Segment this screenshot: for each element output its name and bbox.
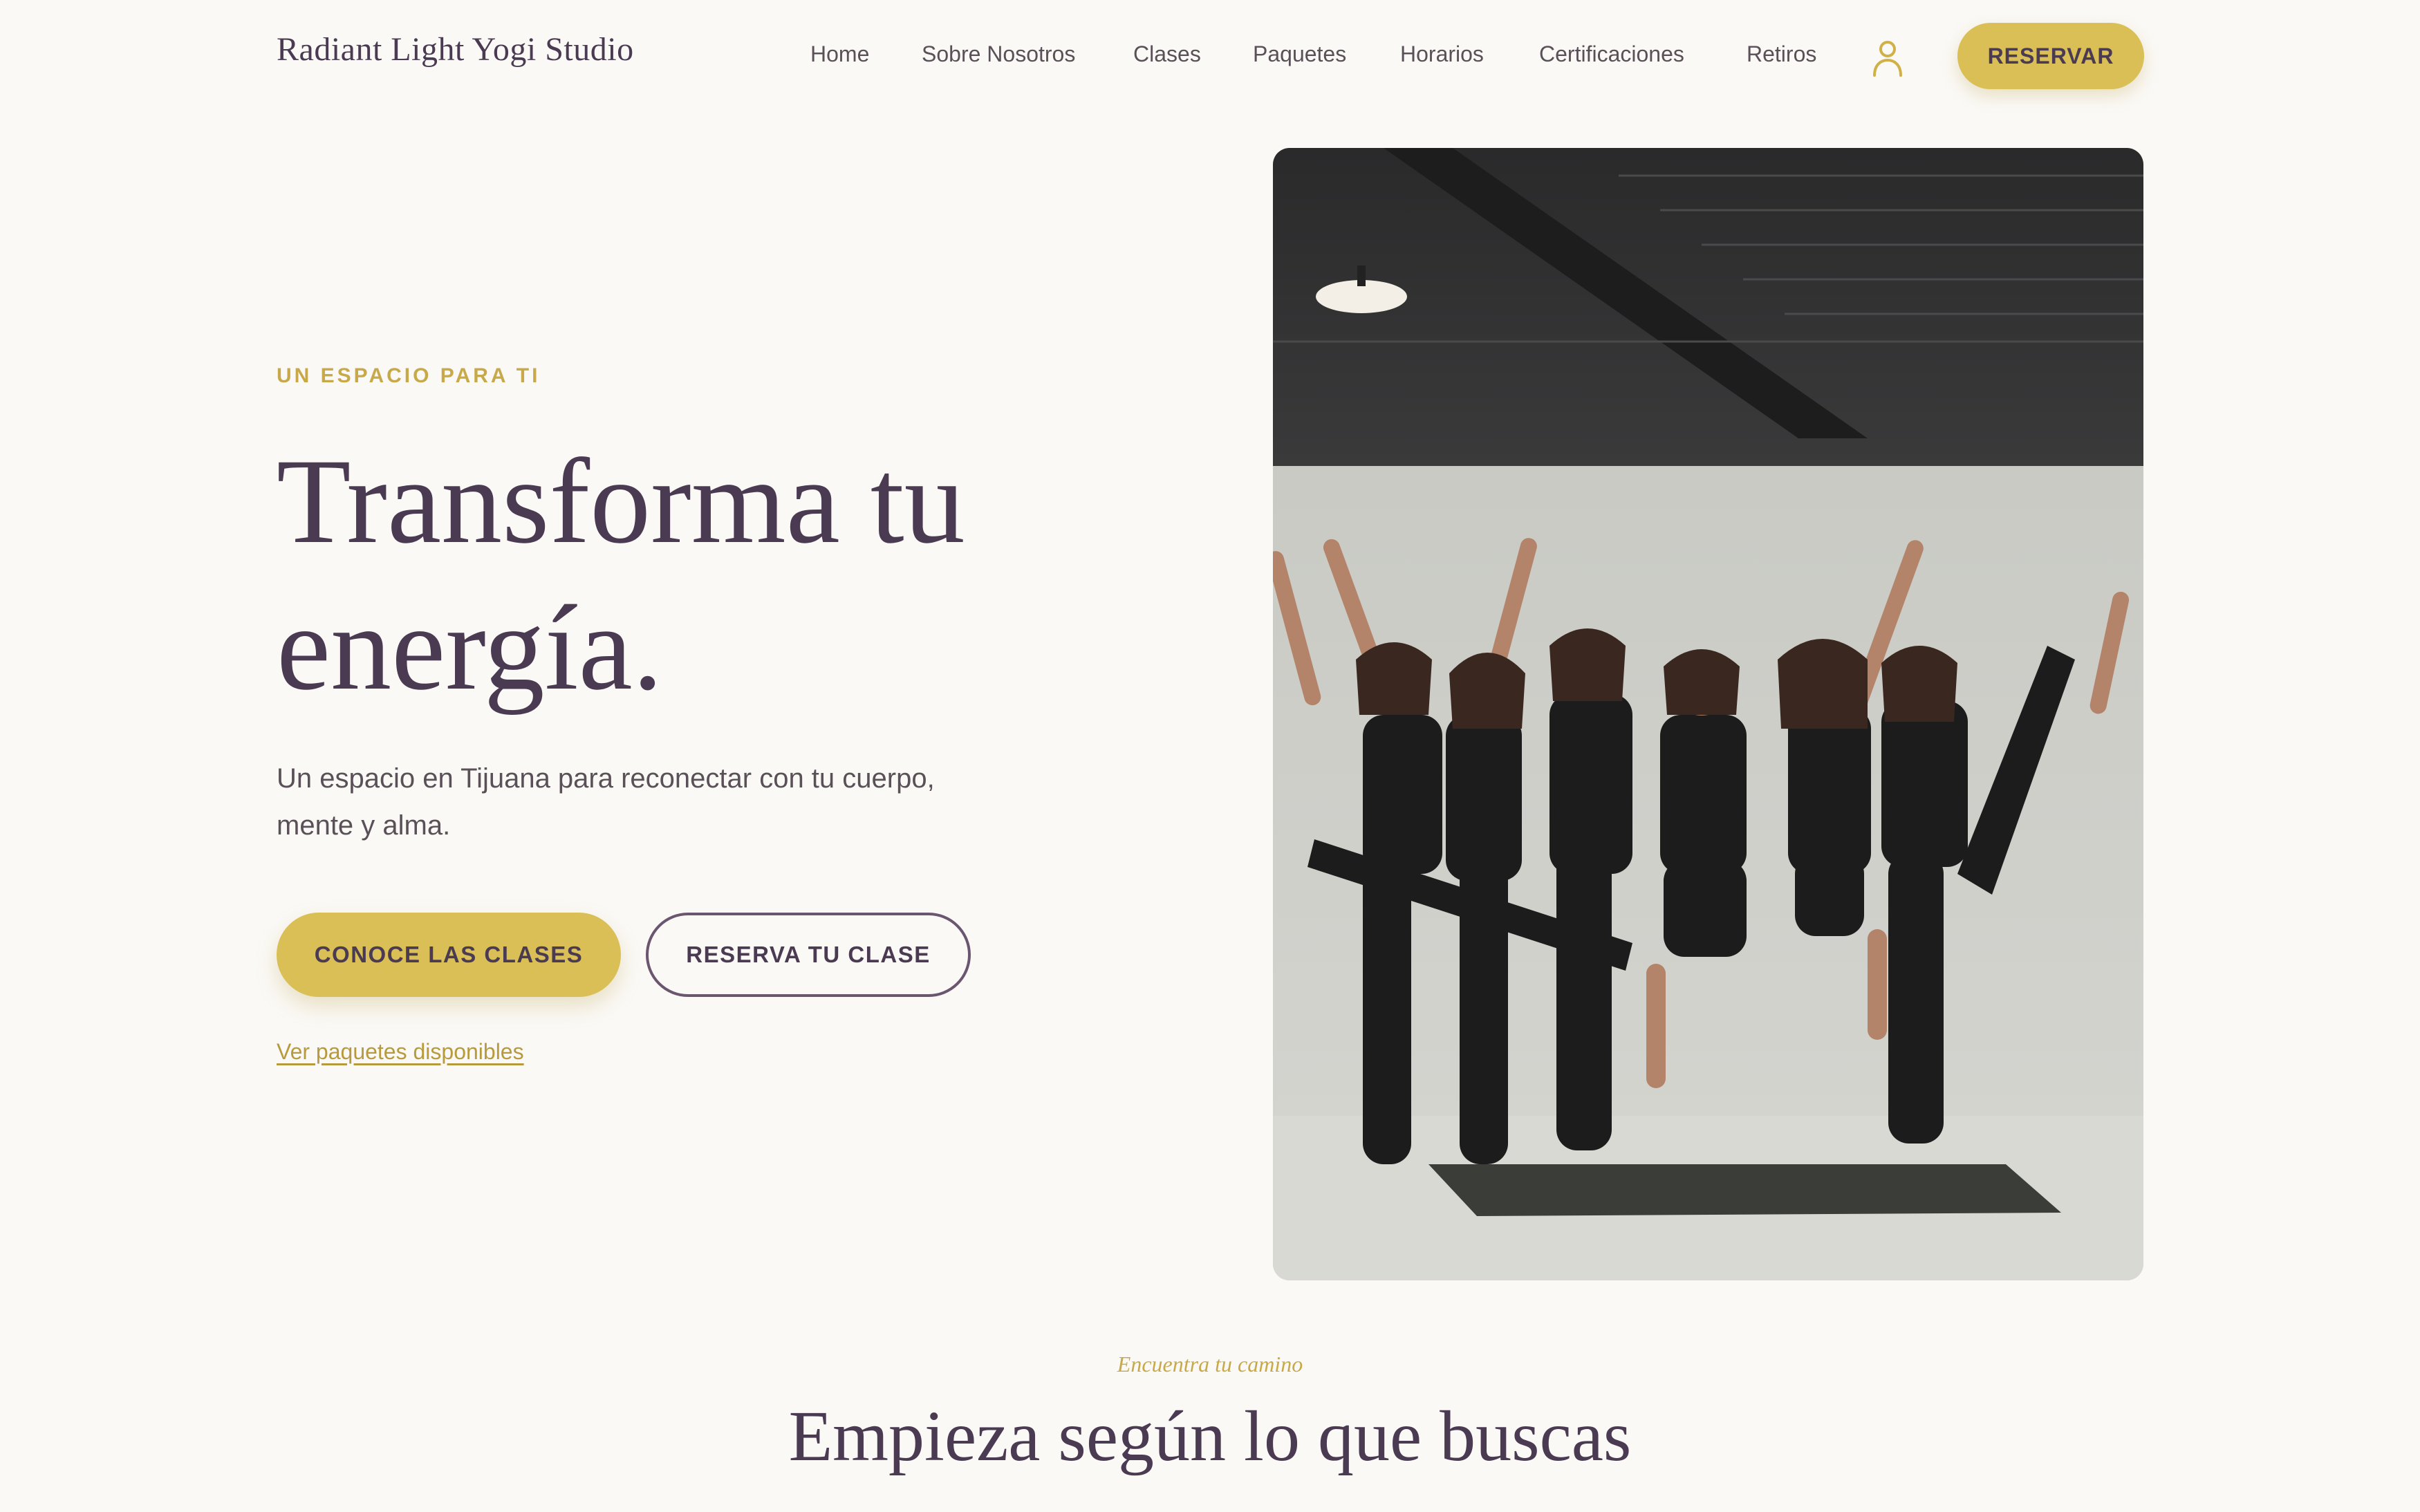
ver-paquetes-link[interactable]: Ver paquetes disponibles: [277, 1039, 524, 1065]
section-title: Empieza según lo que buscas: [788, 1397, 1632, 1476]
hero-eyebrow: UN ESPACIO PARA TI: [277, 364, 541, 387]
reservar-button[interactable]: RESERVAR: [1957, 23, 2144, 89]
nav-certificaciones[interactable]: Certificaciones: [1539, 41, 1684, 67]
hero-subtitle: Un espacio en Tijuana para reconectar co…: [277, 763, 935, 841]
user-icon[interactable]: [1871, 39, 1904, 77]
nav-retiros[interactable]: Retiros: [1747, 41, 1816, 67]
group-yoga-photo: [1273, 148, 2143, 1280]
hero-title-line2: energía.: [277, 581, 663, 716]
hero-title-line1: Transforma tu: [277, 434, 965, 569]
nav-sobre-nosotros[interactable]: Sobre Nosotros: [922, 41, 1075, 67]
hero-title: Transforma tu energía.: [277, 429, 1106, 722]
photo-illustration: [1273, 148, 2143, 1280]
conoce-clases-button[interactable]: CONOCE LAS CLASES: [277, 913, 621, 997]
reserva-clase-button[interactable]: RESERVA TU CLASE: [646, 913, 971, 997]
section-kicker: Encuentra tu camino: [1117, 1352, 1303, 1376]
nav-clases[interactable]: Clases: [1133, 41, 1201, 67]
nav-home[interactable]: Home: [810, 41, 869, 67]
site-header: Radiant Light Yogi Studio Home Sobre Nos…: [0, 0, 2420, 118]
brand-logo[interactable]: Radiant Light Yogi Studio: [277, 30, 634, 68]
nav-paquetes[interactable]: Paquetes: [1253, 41, 1346, 67]
nav-horarios[interactable]: Horarios: [1400, 41, 1484, 67]
